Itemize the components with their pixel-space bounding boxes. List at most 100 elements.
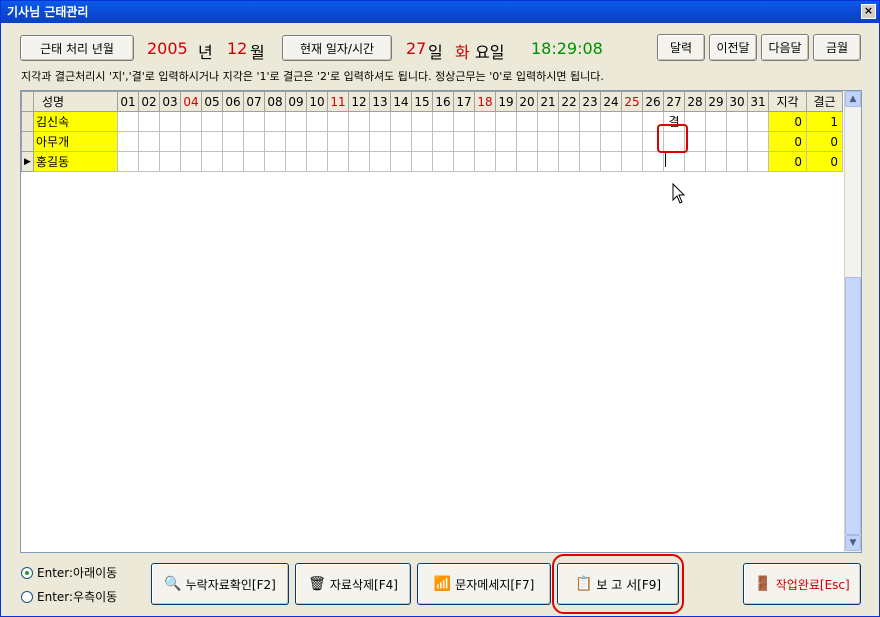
this-month-button[interactable]: 금월 (813, 34, 861, 61)
day-cell[interactable] (138, 111, 160, 132)
day-cell[interactable] (180, 151, 202, 172)
day-cell[interactable] (495, 111, 517, 132)
day-cell[interactable] (579, 131, 601, 152)
day-cell[interactable] (516, 131, 538, 152)
day-cell[interactable] (747, 131, 769, 152)
day-cell[interactable] (663, 151, 685, 172)
day-cell[interactable] (705, 151, 727, 172)
scroll-up-arrow-icon[interactable]: ▲ (845, 91, 861, 107)
row-indicator[interactable]: ▶ (21, 151, 34, 172)
day-cell[interactable] (180, 111, 202, 132)
day-cell[interactable] (453, 131, 475, 152)
employee-name-cell[interactable]: 김신속 (33, 111, 118, 132)
table-row[interactable]: 김신속 결 0 1 (21, 111, 843, 132)
day-cell[interactable] (558, 131, 580, 152)
row-indicator[interactable] (21, 111, 34, 132)
day-cell[interactable] (684, 151, 706, 172)
delete-data-button[interactable]: 🗑 자료삭제[F4] (295, 563, 411, 605)
table-row[interactable]: ▶ 홍길동 0 0 (21, 151, 843, 172)
current-datetime-button[interactable]: 현재 일자/시간 (282, 35, 392, 61)
day-cell[interactable] (537, 151, 559, 172)
day-cell[interactable] (285, 131, 307, 152)
late-count-cell[interactable]: 0 (768, 151, 807, 172)
day-cell[interactable] (558, 151, 580, 172)
radio-unchecked-icon[interactable] (21, 590, 33, 603)
day-cell[interactable] (243, 111, 265, 132)
day-cell[interactable] (705, 131, 727, 152)
day-cell[interactable] (306, 151, 328, 172)
day-cell[interactable] (159, 151, 181, 172)
absent-count-cell[interactable]: 1 (806, 111, 843, 132)
row-indicator[interactable] (21, 131, 34, 152)
day-cell[interactable] (138, 151, 160, 172)
day-cell[interactable] (600, 151, 622, 172)
day-cell[interactable] (579, 151, 601, 172)
day-cell[interactable] (369, 151, 391, 172)
day-cell[interactable] (222, 131, 244, 152)
day-cell[interactable] (474, 151, 496, 172)
enter-down-option[interactable]: Enter:아래이동 (21, 564, 117, 581)
attendance-grid[interactable]: 성명 01 02 03 04 05 06 07 08 09 10 11 12 13 14 15 16 17 18 19… (20, 90, 862, 553)
day-cell[interactable] (306, 131, 328, 152)
day-cell[interactable] (579, 111, 601, 132)
day-cell[interactable] (264, 131, 286, 152)
scroll-thumb[interactable] (845, 277, 861, 535)
day-cell[interactable] (537, 131, 559, 152)
day-cell[interactable] (453, 151, 475, 172)
day-cell[interactable] (327, 131, 349, 152)
absent-count-cell[interactable]: 0 (806, 131, 843, 152)
day-cell[interactable] (201, 131, 223, 152)
day-cell[interactable] (285, 151, 307, 172)
day-cell[interactable] (495, 151, 517, 172)
sms-button[interactable]: 📶 문자메세지[F7] (417, 563, 551, 605)
late-count-cell[interactable]: 0 (768, 131, 807, 152)
day-cell[interactable] (369, 131, 391, 152)
day-cell[interactable] (243, 151, 265, 172)
missing-check-button[interactable]: 🔍 누락자료확인[F2] (151, 563, 289, 605)
enter-right-option[interactable]: Enter:우측이동 (21, 588, 117, 605)
day-cell[interactable] (747, 111, 769, 132)
day-cell[interactable] (390, 131, 412, 152)
day-cell[interactable] (348, 151, 370, 172)
prev-month-button[interactable]: 이전달 (709, 34, 757, 61)
day-cell[interactable] (117, 111, 139, 132)
radio-checked-icon[interactable] (21, 566, 33, 579)
day-cell[interactable] (411, 111, 433, 132)
scroll-down-arrow-icon[interactable]: ▼ (845, 535, 861, 551)
day-cell[interactable] (621, 151, 643, 172)
next-month-button[interactable]: 다음달 (761, 34, 809, 61)
day-cell[interactable] (411, 151, 433, 172)
attendance-table[interactable]: 성명 01 02 03 04 05 06 07 08 09 10 11 12 13 14 15 16 17 18 19… (21, 91, 843, 172)
done-button[interactable]: 🚪 작업완료[Esc] (743, 563, 861, 605)
day-cell[interactable] (432, 111, 454, 132)
day-cell[interactable] (411, 131, 433, 152)
period-button[interactable]: 근태 처리 년월 (20, 35, 134, 61)
day-cell[interactable] (180, 131, 202, 152)
day-cell[interactable] (327, 111, 349, 132)
day-cell[interactable] (621, 131, 643, 152)
day-cell[interactable] (726, 111, 748, 132)
day-cell[interactable] (642, 151, 664, 172)
day-cell[interactable] (369, 111, 391, 132)
day-cell[interactable] (390, 151, 412, 172)
day-cell[interactable] (558, 111, 580, 132)
day-cell[interactable] (726, 131, 748, 152)
day-cell[interactable] (201, 151, 223, 172)
day-cell[interactable] (600, 111, 622, 132)
day-cell[interactable] (159, 131, 181, 152)
day-cell[interactable] (516, 111, 538, 132)
late-count-cell[interactable]: 0 (768, 111, 807, 132)
day-cell[interactable] (264, 111, 286, 132)
day-cell[interactable] (621, 111, 643, 132)
close-button[interactable]: × (861, 4, 876, 19)
day-cell[interactable] (537, 111, 559, 132)
day-cell[interactable] (201, 111, 223, 132)
day-cell[interactable] (117, 131, 139, 152)
day-cell[interactable] (138, 131, 160, 152)
day-cell[interactable] (390, 111, 412, 132)
day-cell[interactable] (327, 151, 349, 172)
day-cell[interactable] (159, 111, 181, 132)
day-cell[interactable] (747, 151, 769, 172)
table-row[interactable]: 아무개 0 0 (21, 131, 843, 152)
day-cell[interactable] (117, 151, 139, 172)
